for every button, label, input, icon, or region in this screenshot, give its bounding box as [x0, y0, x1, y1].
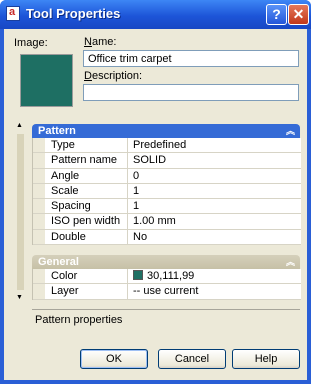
- property-value[interactable]: Predefined: [127, 138, 186, 153]
- description-label: Description:: [84, 70, 143, 82]
- property-row[interactable]: Type Predefined: [33, 138, 301, 154]
- color-value: 30,111,99: [147, 270, 195, 282]
- tool-properties-window: Tool Properties ? ✕ Image: Name: Office …: [0, 0, 311, 384]
- general-header-label: General: [38, 256, 79, 268]
- property-help-text: Pattern properties: [35, 314, 123, 326]
- image-label: Image:: [14, 37, 48, 49]
- ok-button[interactable]: OK: [80, 349, 148, 369]
- property-row[interactable]: Angle 0: [33, 168, 301, 184]
- chevron-double-up-icon[interactable]: ︽: [286, 124, 295, 138]
- property-value[interactable]: 0: [127, 168, 139, 183]
- property-value[interactable]: SOLID: [127, 153, 166, 168]
- property-name: Color: [51, 270, 78, 282]
- pattern-header-label: Pattern: [38, 125, 76, 137]
- close-title-button[interactable]: ✕: [288, 4, 309, 25]
- property-name: Pattern name: [51, 154, 118, 167]
- help-button[interactable]: Help: [232, 349, 300, 369]
- pattern-section-header[interactable]: Pattern ︽: [32, 124, 300, 138]
- name-field[interactable]: Office trim carpet: [83, 50, 299, 67]
- property-value[interactable]: 1.00 mm: [127, 214, 176, 229]
- property-name: Double: [51, 230, 86, 243]
- property-name: Scale: [51, 184, 79, 197]
- description-field[interactable]: [83, 84, 299, 101]
- property-value[interactable]: 1: [127, 183, 139, 199]
- window-title: Tool Properties: [26, 6, 121, 21]
- property-row[interactable]: Scale 1: [33, 183, 301, 200]
- property-name: Type: [51, 139, 75, 151]
- property-value[interactable]: -- use current: [127, 284, 198, 299]
- property-name: Layer: [51, 285, 79, 298]
- app-icon: [6, 6, 20, 21]
- color-swatch-icon: [133, 270, 143, 280]
- property-help-box: Pattern properties: [32, 309, 300, 349]
- property-row[interactable]: Spacing 1: [33, 199, 301, 215]
- property-name: Spacing: [51, 200, 91, 213]
- property-row[interactable]: Pattern name SOLID: [33, 153, 301, 169]
- general-section-header[interactable]: General ︽: [32, 255, 300, 269]
- properties-scrollbar[interactable]: ▲ ▼: [14, 122, 26, 302]
- chevron-double-up-icon[interactable]: ︽: [286, 255, 295, 269]
- property-row[interactable]: Color 30,111,99: [33, 269, 301, 285]
- property-value[interactable]: 1: [127, 199, 139, 214]
- property-row[interactable]: Double No: [33, 229, 301, 246]
- title-bar: Tool Properties ? ✕: [0, 0, 311, 29]
- property-row[interactable]: Layer -- use current: [33, 284, 301, 300]
- pattern-properties-grid: Type Predefined Pattern name SOLID Angle 0 …: [32, 138, 301, 246]
- down-arrow-icon[interactable]: ▼: [16, 294, 23, 301]
- general-properties-grid: Color 30,111,99 Layer -- use current: [32, 269, 301, 300]
- tool-image-swatch: [20, 54, 73, 107]
- property-name: ISO pen width: [51, 215, 121, 228]
- up-arrow-icon[interactable]: ▲: [16, 122, 23, 129]
- name-label: Name:: [84, 36, 117, 48]
- property-value[interactable]: 30,111,99: [127, 269, 195, 284]
- help-title-button[interactable]: ?: [266, 4, 287, 25]
- property-name: Angle: [51, 169, 80, 182]
- cancel-button[interactable]: Cancel: [158, 349, 226, 369]
- dialog-client: Image: Name: Office trim carpet Descript…: [4, 29, 307, 380]
- property-value[interactable]: No: [127, 229, 147, 245]
- scroll-track[interactable]: [17, 134, 24, 290]
- property-row[interactable]: ISO pen width 1.00 mm: [33, 214, 301, 230]
